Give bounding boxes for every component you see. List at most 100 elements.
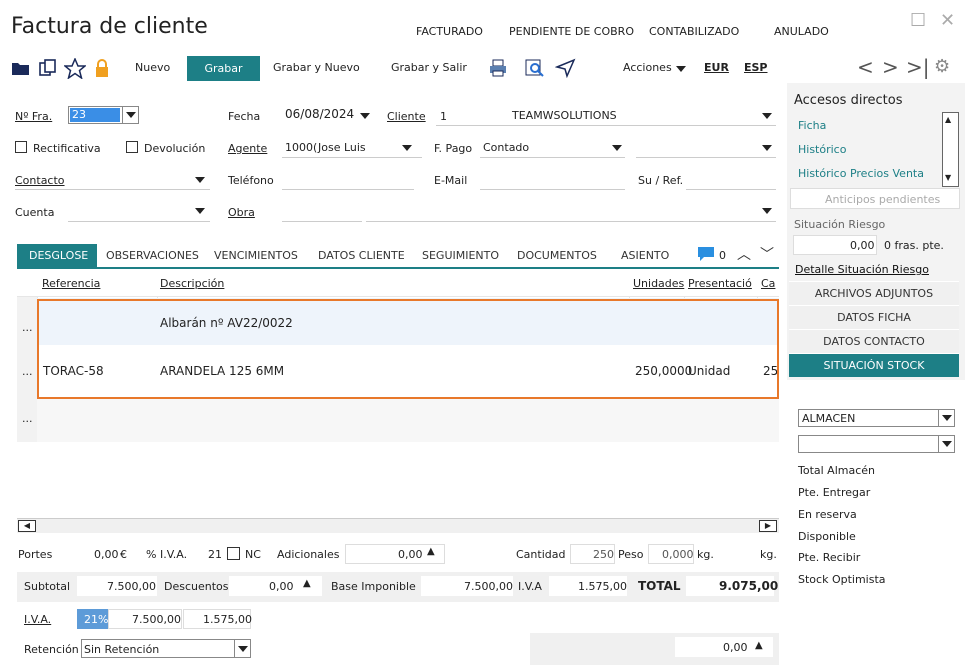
fecha-value[interactable]: 06/08/2024 xyxy=(285,107,354,121)
nuevo-button[interactable]: Nuevo xyxy=(135,61,170,74)
accesos-scrollbar[interactable]: ▲ ▼ xyxy=(942,112,959,187)
rectificativa-checkbox[interactable] xyxy=(15,141,27,153)
nc-checkbox[interactable] xyxy=(227,547,240,560)
telefono-field[interactable] xyxy=(282,189,414,190)
first-record-icon[interactable]: < xyxy=(857,55,874,79)
fpago2-chevron-icon[interactable] xyxy=(762,145,772,151)
agente-label[interactable]: Agente xyxy=(228,142,267,155)
tab-documentos[interactable]: DOCUMENTOS xyxy=(517,249,597,262)
fecha-chevron-icon[interactable] xyxy=(360,113,370,119)
obra-chevron-icon[interactable] xyxy=(762,208,772,214)
retencion-up-icon[interactable]: ▲ xyxy=(755,640,763,651)
status-anulado[interactable]: ANULADO xyxy=(774,25,829,38)
tab-datos-cliente[interactable]: DATOS CLIENTE xyxy=(318,249,405,262)
horizontal-scrollbar[interactable]: ◀ ▶ xyxy=(17,519,779,533)
col-referencia[interactable]: Referencia xyxy=(42,277,100,290)
riesgo-value: 0,00 xyxy=(850,239,875,252)
anticipos-pendientes[interactable]: Anticipos pendientes xyxy=(825,193,940,206)
status-facturado[interactable]: FACTURADO xyxy=(416,25,483,38)
scroll-left-icon[interactable]: ◀ xyxy=(18,520,36,532)
side-tab-situacion-stock[interactable]: SITUACIÓN STOCK xyxy=(789,353,959,377)
adicionales-value[interactable]: 0,00 xyxy=(398,548,423,561)
detalle-riesgo-link[interactable]: Detalle Situación Riesgo xyxy=(795,263,929,276)
suref-field[interactable] xyxy=(686,189,776,190)
portes-value[interactable]: 0,00 xyxy=(94,548,119,561)
star-icon[interactable] xyxy=(64,58,86,79)
devolucion-checkbox[interactable] xyxy=(126,141,138,153)
status-contabilizado[interactable]: CONTABILIZADO xyxy=(649,25,739,38)
link-historico[interactable]: Histórico xyxy=(798,143,846,156)
cuenta-chevron-icon[interactable] xyxy=(195,208,205,214)
acciones-button[interactable]: Acciones xyxy=(623,61,672,74)
scroll-right-icon[interactable]: ▶ xyxy=(759,520,777,532)
row-marker[interactable]: ... xyxy=(22,365,33,378)
contacto-label[interactable]: Contacto xyxy=(15,174,65,187)
col-presentacion[interactable]: Presentació xyxy=(688,277,754,290)
collapse-up-icon[interactable]: ︿ xyxy=(737,244,751,264)
agente-code[interactable]: 1000( xyxy=(285,141,317,154)
col-ca[interactable]: Ca xyxy=(761,277,775,290)
tab-vencimientos[interactable]: VENCIMIENTOS xyxy=(214,249,298,262)
folder-icon[interactable] xyxy=(11,60,31,77)
comment-icon[interactable] xyxy=(696,245,716,263)
email-field[interactable] xyxy=(480,189,625,190)
tab-seguimiento[interactable]: SEGUIMIENTO xyxy=(422,249,499,262)
nfra-combo[interactable]: 23 xyxy=(68,106,139,124)
side-tab-datos-contacto[interactable]: DATOS CONTACTO xyxy=(789,329,959,353)
col-unidades[interactable]: Unidades xyxy=(633,277,684,290)
almacen-combo-2[interactable] xyxy=(798,435,955,453)
preview-icon[interactable] xyxy=(524,58,546,78)
descuentos-value[interactable]: 0,00 xyxy=(269,580,294,593)
fpago-chevron-icon[interactable] xyxy=(612,145,622,151)
cliente-label[interactable]: Cliente xyxy=(387,110,426,123)
link-ficha[interactable]: Ficha xyxy=(798,119,826,132)
contacto-chevron-icon[interactable] xyxy=(195,177,205,183)
acciones-chevron-icon[interactable] xyxy=(676,66,686,72)
close-icon[interactable]: ✕ xyxy=(940,10,955,31)
agente-name[interactable]: Jose Luis xyxy=(318,141,366,154)
grabar-salir-button[interactable]: Grabar y Salir xyxy=(391,61,467,74)
almacen-combo[interactable]: ALMACEN xyxy=(798,409,955,427)
settings-gear-icon[interactable]: ⚙ xyxy=(934,56,950,77)
piva-value[interactable]: 21 xyxy=(208,548,222,561)
last-record-icon[interactable]: >| xyxy=(906,55,930,79)
table-row[interactable] xyxy=(37,397,779,442)
row-marker[interactable]: ... xyxy=(22,321,33,334)
tab-observaciones[interactable]: OBSERVACIONES xyxy=(106,249,199,262)
adicionales-up-icon[interactable]: ▲ xyxy=(427,546,435,557)
expand-down-icon[interactable]: ﹀ xyxy=(760,244,774,264)
next-record-icon[interactable]: > xyxy=(882,55,899,79)
cliente-name[interactable]: TEAMWSOLUTIONS xyxy=(512,109,617,122)
iva-row-label[interactable]: I.V.A. xyxy=(24,613,51,626)
link-historico-precios[interactable]: Histórico Precios Venta xyxy=(798,167,924,180)
language-esp-link[interactable]: ESP xyxy=(744,61,768,74)
grabar-button[interactable]: Grabar xyxy=(187,56,260,81)
send-icon[interactable] xyxy=(555,58,577,78)
status-pendiente-cobro[interactable]: PENDIENTE DE COBRO xyxy=(509,25,634,38)
side-tab-datos-ficha[interactable]: DATOS FICHA xyxy=(789,305,959,329)
descuentos-up-icon[interactable]: ▲ xyxy=(303,578,311,589)
cliente-code[interactable]: 1 xyxy=(440,110,447,123)
row-marker[interactable]: ... xyxy=(22,412,33,425)
retencion-amount[interactable]: 0,00 xyxy=(723,641,748,654)
grabar-nuevo-button[interactable]: Grabar y Nuevo xyxy=(273,61,360,74)
scroll-up-icon[interactable]: ▲ xyxy=(945,115,951,124)
retencion-combo[interactable]: Sin Retención xyxy=(81,639,251,658)
currency-eur-link[interactable]: EUR xyxy=(704,61,729,74)
scroll-down-icon[interactable]: ▼ xyxy=(945,173,951,182)
obra-label[interactable]: Obra xyxy=(228,206,255,219)
tab-desglose-label: DESGLOSE xyxy=(29,249,89,262)
cliente-chevron-icon[interactable] xyxy=(762,113,772,119)
col-descripcion[interactable]: Descripción xyxy=(160,277,224,290)
nfra-dropdown[interactable] xyxy=(122,107,138,123)
copy-icon[interactable] xyxy=(38,58,58,78)
maximize-icon[interactable]: ☐ xyxy=(910,10,926,31)
iva-pct: 21% xyxy=(84,613,109,626)
tab-asiento[interactable]: ASIENTO xyxy=(621,249,669,262)
side-tab-archivos[interactable]: ARCHIVOS ADJUNTOS xyxy=(789,281,959,305)
agente-chevron-icon[interactable] xyxy=(402,145,412,151)
lock-icon[interactable] xyxy=(94,58,110,78)
nfra-value: 23 xyxy=(70,108,120,122)
printer-icon[interactable] xyxy=(488,58,508,78)
fpago-value[interactable]: Contado xyxy=(483,141,529,154)
